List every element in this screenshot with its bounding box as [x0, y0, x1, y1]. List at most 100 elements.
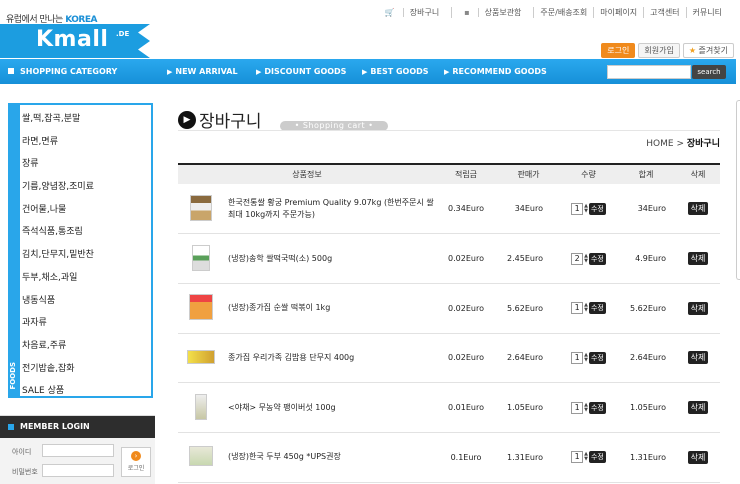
- breadcrumb-home[interactable]: HOME: [646, 139, 673, 149]
- id-label: 아이디: [12, 448, 32, 456]
- quantity-input[interactable]: 1: [571, 351, 584, 364]
- quantity-stepper[interactable]: ▲ ▼: [584, 203, 588, 214]
- category-item[interactable]: 과자류: [20, 312, 151, 335]
- nav-recommend-goods[interactable]: ▶ RECOMMEND GOODS: [444, 67, 547, 76]
- top-link-wishlist[interactable]: ▪ 상품보관함: [451, 7, 533, 18]
- side-scroll-tab[interactable]: [736, 100, 740, 280]
- product-thumbnail[interactable]: [192, 244, 210, 271]
- quantity-input[interactable]: 1: [571, 401, 584, 414]
- product-points: 0.1Euro: [436, 432, 496, 483]
- product-price: 34Euro: [496, 184, 561, 235]
- id-input[interactable]: [42, 444, 114, 457]
- product-name[interactable]: <야채> 무농약 팽이버섯 100g: [224, 382, 436, 433]
- category-item[interactable]: 건어물,나물: [20, 199, 151, 222]
- join-button[interactable]: 회원가입: [638, 43, 680, 58]
- product-name[interactable]: 한국전통쌀 황궁 Premium Quality 9.07kg (한번주문시 쌀…: [224, 184, 436, 235]
- password-input[interactable]: [42, 464, 114, 477]
- nav-shopping-category[interactable]: SHOPPING CATEGORY: [8, 67, 117, 76]
- product-price: 5.62Euro: [496, 283, 561, 334]
- edit-button[interactable]: 수정: [588, 202, 606, 215]
- product-thumbnail[interactable]: [187, 349, 215, 364]
- star-icon: ★: [688, 46, 696, 55]
- delete-button[interactable]: 삭제: [687, 351, 709, 365]
- square-icon: [8, 68, 14, 74]
- search-input[interactable]: [607, 65, 691, 79]
- product-price: 1.31Euro: [496, 432, 561, 483]
- quantity-control: 1 ▲ ▼ 수정: [571, 302, 606, 315]
- category-item[interactable]: 장류: [20, 153, 151, 176]
- caret-down-icon[interactable]: ▼: [584, 308, 588, 313]
- product-total: 2.64Euro: [616, 333, 676, 384]
- delete-button[interactable]: 삭제: [687, 401, 709, 415]
- top-links: 🛒 장바구니 ▪ 상품보관함 주문/배송조회 마이페이지 고객센터 커뮤니티: [373, 7, 728, 18]
- product-name[interactable]: 종가집 우리가족 김밥용 단무지 400g: [224, 333, 436, 384]
- category-item[interactable]: 전기밥솥,잡화: [20, 358, 151, 381]
- top-link-mypage[interactable]: 마이페이지: [593, 7, 643, 18]
- category-item[interactable]: 냉동식품: [20, 290, 151, 313]
- edit-button[interactable]: 수정: [588, 252, 606, 265]
- delete-button[interactable]: 삭제: [687, 252, 709, 266]
- caret-down-icon[interactable]: ▼: [584, 407, 588, 413]
- top-link-support[interactable]: 고객센터: [643, 7, 685, 18]
- arrow-right-icon: ▶: [444, 68, 450, 76]
- delete-button[interactable]: 삭제: [687, 202, 709, 216]
- caret-down-icon[interactable]: ▼: [584, 208, 588, 214]
- category-item[interactable]: 즉석식품,통조림: [20, 221, 151, 244]
- top-link-orders[interactable]: 주문/배송조회: [533, 7, 593, 18]
- quantity-control: 2 ▲ ▼ 수정: [571, 252, 606, 265]
- category-item-sale[interactable]: SALE 상품: [20, 380, 151, 403]
- quantity-input[interactable]: 1: [571, 202, 584, 215]
- product-name[interactable]: (냉장)한국 두부 450g *UPS권장: [224, 432, 436, 483]
- product-thumbnail[interactable]: [189, 446, 213, 467]
- pw-label: 비밀번호: [12, 468, 38, 476]
- quantity-stepper[interactable]: ▲ ▼: [584, 303, 588, 313]
- search-button[interactable]: search: [692, 65, 726, 79]
- quantity-stepper[interactable]: ▲ ▼: [584, 253, 588, 264]
- member-login-box: MEMBER LOGIN 아이디 비밀번호 › 로그인: [0, 415, 155, 484]
- delete-button[interactable]: 삭제: [687, 301, 709, 315]
- quantity-stepper[interactable]: ▲ ▼: [584, 452, 588, 462]
- delete-button[interactable]: 삭제: [687, 450, 709, 464]
- category-item[interactable]: 기름,양념장,조미료: [20, 176, 151, 199]
- category-item[interactable]: 쌀,떡,잡곡,분말: [20, 108, 151, 131]
- product-points: 0.02Euro: [436, 283, 496, 334]
- quantity-control: 1 ▲ ▼ 수정: [571, 202, 606, 215]
- category-item[interactable]: 차음료,주류: [20, 335, 151, 358]
- category-item[interactable]: 김치,단무지,밑반찬: [20, 244, 151, 267]
- edit-button[interactable]: 수정: [588, 451, 606, 464]
- nav-discount-goods[interactable]: ▶ DISCOUNT GOODS: [256, 67, 346, 76]
- nav-best-goods[interactable]: ▶ BEST GOODS: [362, 67, 429, 76]
- product-thumbnail[interactable]: [189, 294, 213, 321]
- product-name[interactable]: (냉장)송학 쌀떡국떡(소) 500g: [224, 233, 436, 284]
- quantity-stepper[interactable]: ▲ ▼: [584, 402, 588, 413]
- edit-button[interactable]: 수정: [588, 302, 606, 315]
- table-row: 종가집 우리가족 김밥용 단무지 400g 0.02Euro 2.64Euro …: [178, 333, 720, 384]
- product-total: 4.9Euro: [616, 233, 676, 284]
- edit-button[interactable]: 수정: [588, 401, 606, 414]
- quantity-stepper[interactable]: ▲ ▼: [584, 352, 588, 363]
- favorite-button[interactable]: ★ 즐겨찾기: [682, 43, 734, 58]
- caret-down-icon[interactable]: ▼: [584, 357, 588, 363]
- product-thumbnail[interactable]: [190, 194, 212, 221]
- quantity-input[interactable]: 2: [571, 252, 584, 265]
- nav-new-arrival[interactable]: ▶ NEW ARRIVAL: [167, 67, 238, 76]
- top-link-cart[interactable]: 🛒 장바구니: [373, 7, 451, 18]
- breadcrumb-separator: >: [676, 139, 684, 149]
- caret-down-icon[interactable]: ▼: [584, 258, 588, 264]
- category-item[interactable]: 라면,면류: [20, 131, 151, 154]
- product-name[interactable]: (냉장)종가집 순쌀 떡볶이 1kg: [224, 283, 436, 334]
- product-points: 0.02Euro: [436, 333, 496, 384]
- caret-down-icon[interactable]: ▼: [584, 457, 588, 462]
- edit-button[interactable]: 수정: [588, 351, 606, 364]
- sidebar-login-button[interactable]: › 로그인: [121, 447, 151, 477]
- logo-name: Kmall: [36, 27, 109, 52]
- product-thumbnail[interactable]: [195, 393, 207, 420]
- top-link-community[interactable]: 커뮤니티: [685, 7, 728, 18]
- quantity-input[interactable]: 1: [571, 451, 584, 464]
- category-item[interactable]: 두부,채소,과일: [20, 267, 151, 290]
- play-icon: ▶: [178, 110, 196, 129]
- foods-label: FOODS: [9, 362, 17, 390]
- logo[interactable]: 유럽에서 만나는 KOREA Kmall .DE: [0, 6, 150, 58]
- login-button[interactable]: 로그인: [601, 43, 636, 58]
- quantity-input[interactable]: 1: [571, 302, 584, 315]
